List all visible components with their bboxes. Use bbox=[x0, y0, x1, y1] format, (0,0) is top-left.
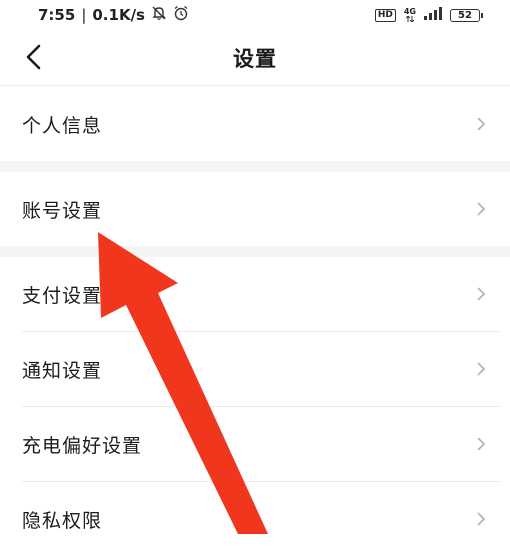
notification-off-icon bbox=[151, 5, 167, 25]
back-button[interactable] bbox=[16, 40, 50, 74]
battery-icon: 52 bbox=[450, 8, 483, 22]
status-separator: | bbox=[81, 6, 87, 24]
chevron-right-icon bbox=[477, 512, 486, 526]
signal-icon bbox=[424, 7, 442, 23]
settings-item-charging-preference[interactable]: 充电偏好设置 bbox=[0, 407, 510, 481]
header-bar: 设置 bbox=[0, 30, 510, 86]
settings-item-label: 个人信息 bbox=[22, 114, 103, 137]
page-title: 设置 bbox=[233, 46, 277, 71]
settings-item-label: 充电偏好设置 bbox=[22, 434, 143, 457]
chevron-left-icon bbox=[26, 44, 41, 70]
chevron-right-icon bbox=[477, 287, 486, 301]
status-left: 7:55 | 0.1K/s bbox=[38, 5, 189, 25]
chevron-right-icon bbox=[477, 202, 486, 216]
chevron-right-icon bbox=[477, 437, 486, 451]
settings-item-label: 账号设置 bbox=[22, 199, 103, 222]
chevron-right-icon bbox=[477, 117, 486, 131]
status-time: 7:55 bbox=[38, 6, 76, 24]
network-type: 4G bbox=[403, 7, 416, 16]
network-speed: 0.1K/s bbox=[92, 6, 145, 24]
status-bar: 7:55 | 0.1K/s HD 4G 52 bbox=[0, 0, 510, 30]
alarm-icon bbox=[173, 5, 189, 25]
settings-item-account[interactable]: 账号设置 bbox=[0, 172, 510, 246]
settings-item-personal-info[interactable]: 个人信息 bbox=[0, 87, 510, 161]
status-right: HD 4G 52 bbox=[374, 7, 483, 23]
settings-item-label: 隐私权限 bbox=[22, 509, 103, 532]
data-activity-icon bbox=[405, 16, 414, 22]
chevron-right-icon bbox=[477, 362, 486, 376]
settings-item-label: 支付设置 bbox=[22, 284, 103, 307]
network-type-indicator: 4G bbox=[404, 8, 416, 22]
settings-item-label: 通知设置 bbox=[22, 359, 103, 382]
hd-icon: HD bbox=[374, 8, 396, 22]
settings-item-privacy[interactable]: 隐私权限 bbox=[0, 482, 510, 556]
section-separator bbox=[0, 246, 510, 257]
battery-level: 52 bbox=[458, 9, 472, 21]
settings-item-payment[interactable]: 支付设置 bbox=[0, 257, 510, 331]
section-separator bbox=[0, 161, 510, 172]
settings-item-notification[interactable]: 通知设置 bbox=[0, 332, 510, 406]
